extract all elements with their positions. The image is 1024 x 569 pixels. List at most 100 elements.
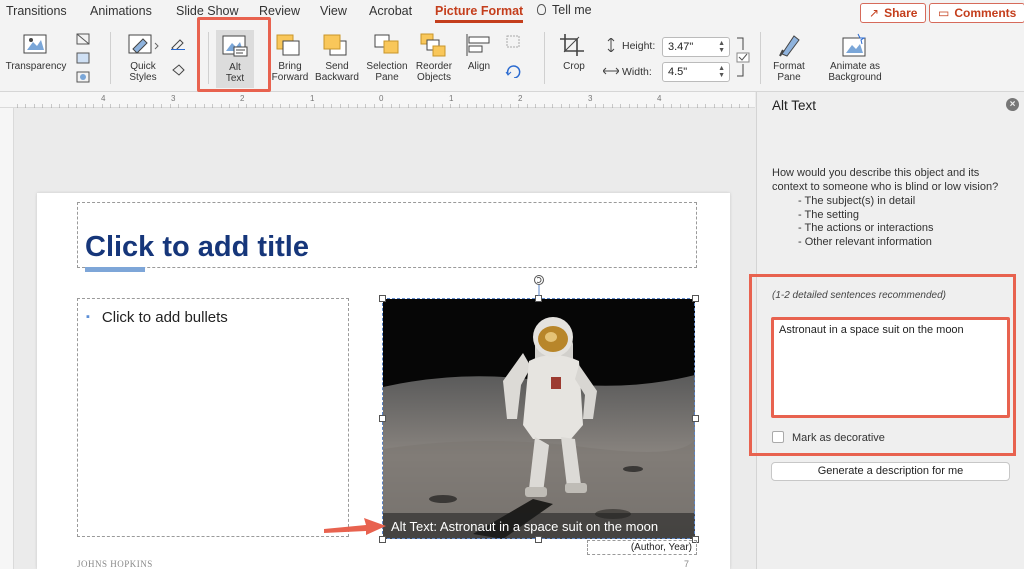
reorder-objects-icon [420,33,446,57]
ruler-number: 4 [101,94,106,103]
mark-decorative-row[interactable]: Mark as decorative [772,431,885,444]
quick-styles-label-1: Quick [130,61,156,72]
vertical-ruler [0,108,14,569]
tell-me-search[interactable]: Tell me [537,3,592,17]
selection-pane-button[interactable]: Selection Pane [364,32,410,83]
resize-handle[interactable] [379,415,386,422]
animate-background-label-1: Animate as [829,61,881,72]
transparency-icon [23,34,47,54]
ribbon-separator [544,32,545,84]
astronaut-photo [383,299,695,539]
tab-transitions[interactable]: Transitions [6,4,67,18]
pane-description: How would you describe this object and i… [772,167,999,193]
corrections-icon[interactable] [75,32,91,46]
close-icon[interactable]: × [1006,98,1019,111]
format-pane-button[interactable]: Format Pane [768,32,810,83]
resize-handle[interactable] [379,295,386,302]
bring-forward-label-1: Bring [278,61,302,72]
reorder-objects-button[interactable]: Reorder Objects [412,32,456,83]
picture-border-icon[interactable] [170,36,190,50]
align-button[interactable]: Align [460,32,498,72]
rotate-icon[interactable] [505,64,525,78]
height-stepper-icon[interactable]: ▲ ▼ [718,40,725,54]
send-backward-button[interactable]: Send Backward [314,32,360,83]
comments-label: Comments [954,6,1017,20]
ruler-number: 1 [449,94,454,103]
reorder-objects-label-1: Reorder [415,61,453,72]
content-placeholder[interactable]: Click to add bullets [77,298,349,537]
bring-forward-button[interactable]: Bring Forward [270,32,310,83]
mark-decorative-checkbox[interactable] [772,431,784,443]
reorder-objects-label-2: Objects [417,72,451,83]
selection-pane-label-2: Pane [375,72,399,83]
width-label: Width: [622,66,652,78]
ruler-number: 2 [518,94,523,103]
crop-icon [560,34,584,56]
artistic-effects-icon[interactable] [75,70,91,84]
comment-icon: ▭ [938,6,950,20]
tab-animations[interactable]: Animations [90,4,152,18]
bring-forward-label-2: Forward [271,72,309,83]
format-pane-label-2: Pane [777,72,801,83]
tab-review[interactable]: Review [259,4,300,18]
format-pane-label-1: Format [773,61,805,72]
mark-decorative-label: Mark as decorative [792,432,885,444]
guidance-item: - Other relevant information [798,235,932,248]
pane-hint: (1-2 detailed sentences recommended) [772,290,946,301]
width-stepper-icon[interactable]: ▲ ▼ [718,65,725,79]
share-label: Share [884,6,918,20]
rotate-handle-icon[interactable] [533,274,545,296]
color-icon[interactable] [75,51,91,65]
author-citation: (Author, Year) [587,540,697,555]
width-field[interactable]: 4.5" ▲ ▼ [662,62,730,82]
ruler-number: 2 [240,94,245,103]
resize-handle[interactable] [535,536,542,543]
ribbon-separator [760,32,761,84]
slide-canvas[interactable]: Click to add title Click to add bullets [37,193,730,569]
group-icon[interactable] [505,34,525,48]
title-placeholder[interactable]: Click to add title [77,202,697,272]
selection-pane-icon [374,34,399,54]
ribbon-toolbar: Transparency Quick Styles Alt Text Bring… [0,17,1024,92]
resize-handle[interactable] [692,295,699,302]
crop-button[interactable]: Crop [552,32,596,72]
quick-styles-button[interactable]: Quick Styles [118,32,168,83]
generate-description-button[interactable]: Generate a description for me [771,462,1010,481]
picture-effects-icon[interactable] [170,62,190,76]
share-button[interactable]: ↗ Share [860,3,927,23]
guidance-item: - The setting [798,208,859,221]
share-icon: ↗ [869,6,880,20]
ruler-number: 3 [171,94,176,103]
selection-pane-label-1: Selection [366,61,408,72]
quick-styles-icon [128,34,159,54]
height-field[interactable]: 3.47" ▲ ▼ [662,37,730,57]
spellcheck-underline [85,267,145,272]
crop-label: Crop [563,61,585,72]
lock-aspect-ratio-icon[interactable] [735,36,751,78]
bullet-text: Click to add bullets [86,309,228,326]
ruler-number: 3 [588,94,593,103]
width-icon [603,67,619,75]
moon-astronaut-image[interactable]: Alt Text: Astronaut in a space suit on t… [383,299,695,539]
johns-hopkins-logo: JOHNS HOPKINS [77,559,153,569]
resize-handle[interactable] [535,295,542,302]
send-backward-label-1: Send [325,61,349,72]
align-label: Align [467,61,491,72]
ruler-number: 0 [379,94,384,103]
pane-guidance-list: - The subject(s) in detail - The setting… [798,195,934,249]
tab-picture-format[interactable]: Picture Format [435,4,524,23]
tab-acrobat[interactable]: Acrobat [369,4,412,18]
width-value: 4.5" [668,66,688,78]
animate-as-background-button[interactable]: Animate as Background [822,32,888,83]
lightbulb-icon [537,4,546,15]
slide-number: 7 [684,559,690,569]
ribbon-separator [110,32,111,84]
resize-handle[interactable] [692,415,699,422]
tab-slide-show[interactable]: Slide Show [176,4,239,18]
alt-text-pane: Alt Text × How would you describe this o… [749,92,1024,569]
alt-text-input[interactable]: Astronaut in a space suit on the moon [771,317,1010,418]
comments-button[interactable]: ▭ Comments [929,3,1024,23]
animate-background-icon [842,33,866,57]
transparency-button[interactable]: Transparency [4,32,68,72]
tab-view[interactable]: View [320,4,347,18]
